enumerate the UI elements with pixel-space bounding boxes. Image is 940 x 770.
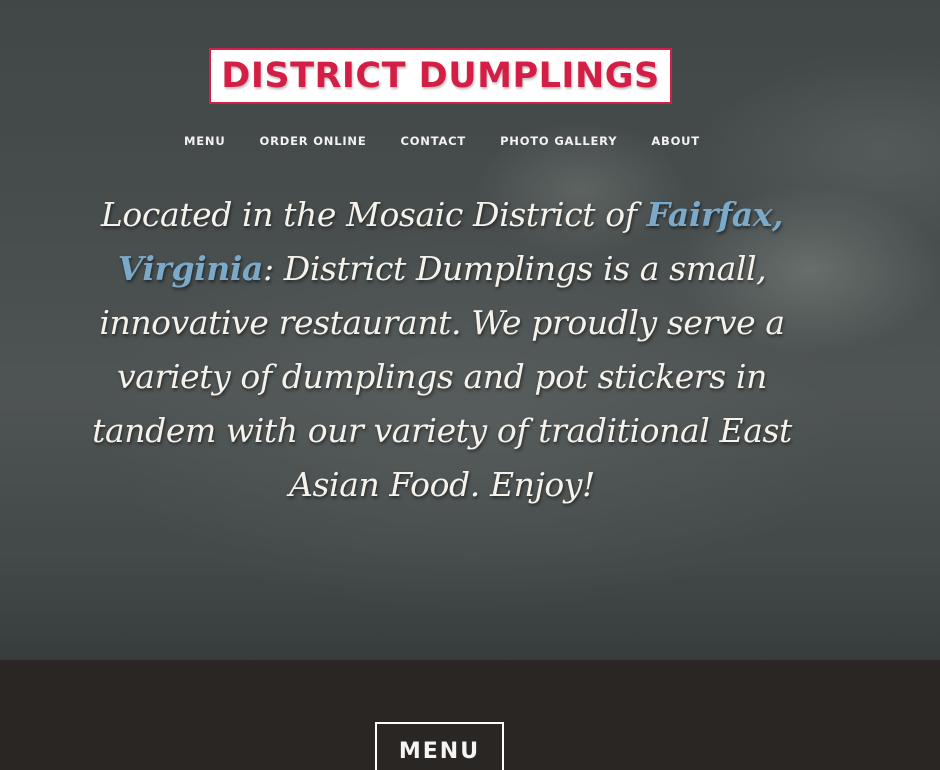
logo-text: DISTRICT DUMPLINGS bbox=[221, 56, 660, 96]
intro-text: Located in the Mosaic District of Fairfa… bbox=[90, 188, 794, 512]
site-logo[interactable]: DISTRICT DUMPLINGS bbox=[209, 48, 672, 104]
nav-item-photo-gallery[interactable]: PHOTO GALLERY bbox=[500, 134, 617, 148]
menu-section: MENU bbox=[0, 660, 940, 770]
page: DISTRICT DUMPLINGS MENU ORDER ONLINE CON… bbox=[0, 0, 940, 770]
nav-item-contact[interactable]: CONTACT bbox=[400, 134, 466, 148]
menu-button-label: MENU bbox=[398, 738, 481, 764]
menu-button[interactable]: MENU bbox=[375, 722, 504, 770]
nav-item-about[interactable]: ABOUT bbox=[651, 134, 700, 148]
main-nav: MENU ORDER ONLINE CONTACT PHOTO GALLERY … bbox=[0, 134, 884, 148]
nav-item-order-online[interactable]: ORDER ONLINE bbox=[260, 134, 367, 148]
hero-content: DISTRICT DUMPLINGS MENU ORDER ONLINE CON… bbox=[0, 0, 940, 660]
intro-prefix: Located in the Mosaic District of bbox=[100, 195, 647, 234]
nav-item-menu[interactable]: MENU bbox=[184, 134, 225, 148]
